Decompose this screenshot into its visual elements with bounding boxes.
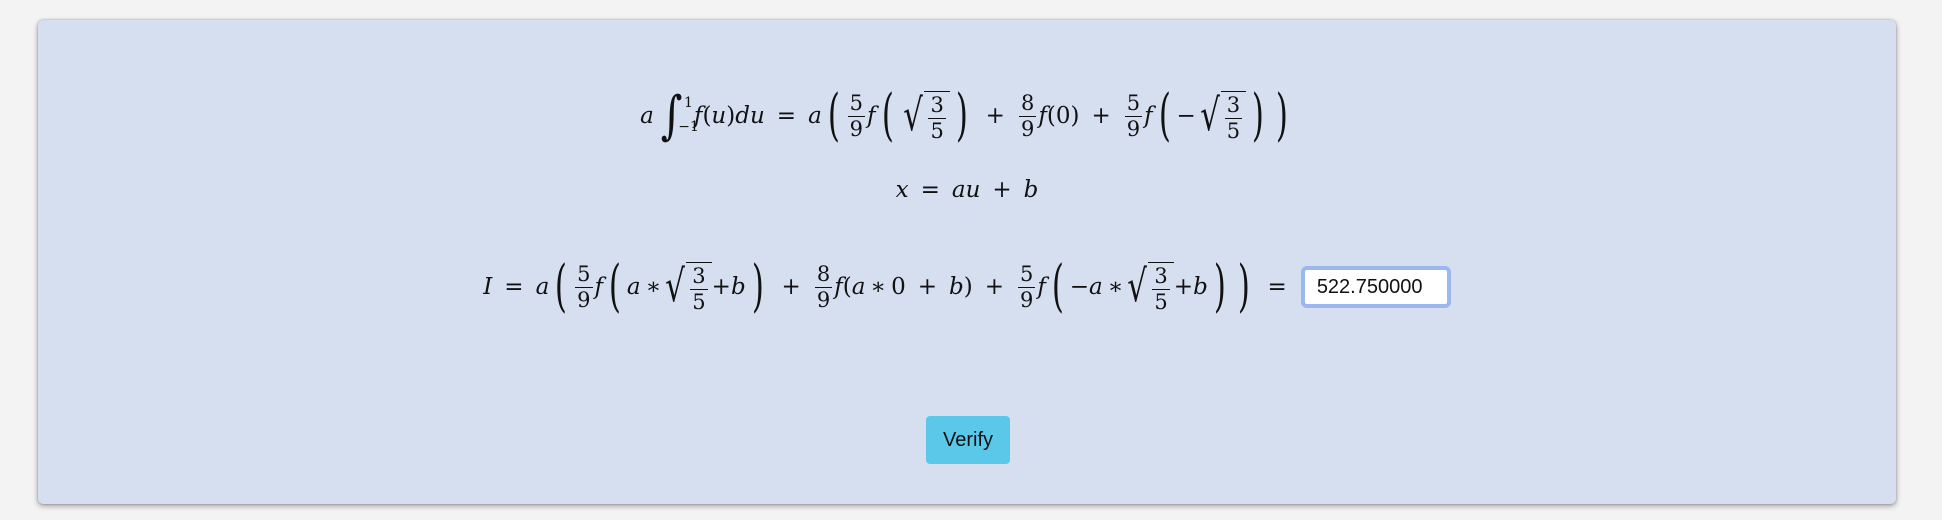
integral-expression: I = a ( 59 f ( a ∗ √ 3 5 + b ) + 89 f(a ∗ 0 + b) + 5… [38, 242, 1896, 332]
answer-input[interactable] [1300, 266, 1451, 308]
integral-sign: ∫ 1 −1 [660, 86, 699, 146]
substitution-formula: x = au + b [895, 176, 1039, 203]
exercise-panel: a ∫ 1 −1 f(u) du = a ( 59 f ( √ 3 5 ) + 89 f(… [38, 20, 1896, 504]
quadrature-formula: a ∫ 1 −1 f(u) du = a ( 59 f ( √ 3 5 ) + 89 f(… [640, 83, 1288, 148]
verify-button[interactable]: Verify [926, 416, 1010, 464]
